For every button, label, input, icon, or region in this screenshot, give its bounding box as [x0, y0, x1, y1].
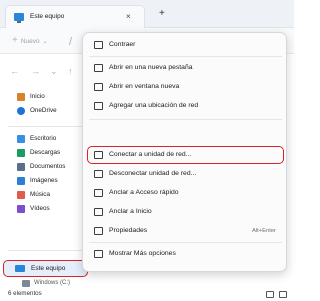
menu-item-label: Anclar a Acceso rápido	[109, 189, 179, 196]
title-bar: Este equipo × +	[0, 0, 294, 28]
menu-item-pin-start[interactable]: Anclar a Inicio	[83, 204, 288, 220]
properties-icon	[94, 227, 103, 235]
new-button[interactable]: + Nuevo ⌄	[12, 34, 48, 48]
sidebar-item-documentos[interactable]: Documentos	[0, 161, 88, 173]
plus-icon: +	[12, 35, 18, 46]
sidebar-item-musica[interactable]: Música	[0, 189, 88, 201]
item-count: 6 elementos	[8, 290, 42, 297]
sidebar-item-label: Este equipo	[31, 265, 66, 272]
close-tab-button[interactable]: ×	[126, 12, 131, 21]
home-icon	[17, 93, 25, 101]
sidebar-item-label: Música	[30, 191, 50, 198]
chevron-down-icon: ⌄	[42, 38, 48, 45]
menu-item-contraer[interactable]: Contraer	[83, 37, 288, 53]
menu-item-pin-quick-access[interactable]: Anclar a Acceso rápido	[83, 185, 288, 201]
menu-separator	[89, 119, 282, 120]
desktop-icon	[17, 135, 25, 143]
menu-item-label: Agregar una ubicación de red	[109, 102, 199, 109]
sidebar-item-inicio[interactable]: Inicio	[0, 91, 88, 103]
chevron-down-icon[interactable]: ⌄	[50, 66, 58, 77]
menu-item-label: Abrir en una nueva pestaña	[109, 64, 193, 71]
map-network-drive-icon	[94, 151, 103, 159]
add-network-location-icon	[94, 102, 103, 110]
sidebar-item-descargas[interactable]: Descargas	[0, 147, 88, 159]
sidebar-item-imagenes[interactable]: Imágenes	[0, 175, 88, 187]
menu-item-label: Abrir en ventana nueva	[109, 83, 180, 90]
sidebar-item-label: Windows (C:)	[34, 280, 71, 286]
menu-item-open-new-window[interactable]: Abrir en ventana nueva	[83, 79, 288, 95]
sidebar-item-este-equipo[interactable]: Este equipo	[3, 260, 88, 277]
sidebar-item-label: Imágenes	[30, 177, 58, 184]
menu-item-open-new-tab[interactable]: Abrir en una nueva pestaña	[83, 60, 288, 76]
disconnect-network-drive-icon	[94, 170, 103, 178]
menu-item-disconnect-network-drive[interactable]: Desconectar unidad de red...	[83, 166, 288, 182]
menu-item-map-network-drive[interactable]: Conectar a unidad de red...	[83, 147, 288, 163]
menu-separator	[89, 242, 282, 243]
this-pc-icon	[15, 265, 25, 272]
sidebar-item-label: Vídeos	[30, 205, 50, 212]
menu-item-properties[interactable]: Propiedades Alt+Enter	[83, 223, 288, 239]
sidebar-item-onedrive[interactable]: OneDrive	[0, 105, 88, 117]
new-button-label: Nuevo	[20, 37, 40, 45]
forward-button[interactable]: →	[31, 66, 40, 76]
new-tab-button[interactable]: +	[159, 9, 165, 19]
menu-item-label: Anclar a Inicio	[109, 208, 152, 215]
pin-icon	[94, 189, 103, 197]
sidebar-item-videos[interactable]: Vídeos	[0, 203, 88, 215]
up-button[interactable]: ↑	[68, 66, 73, 76]
documents-icon	[17, 163, 25, 171]
tiles-view-icon[interactable]	[279, 291, 287, 298]
menu-item-label: Propiedades	[109, 227, 148, 234]
open-new-tab-icon	[94, 64, 103, 72]
sidebar-item-label: Inicio	[30, 93, 45, 100]
shortcut-label: Alt+Enter	[251, 228, 276, 234]
details-view-icon[interactable]	[266, 291, 274, 298]
menu-item-label: Contraer	[109, 41, 136, 48]
sidebar-item-label: Escritorio	[30, 135, 57, 142]
menu-item-label: Mostrar Más opciones	[109, 250, 176, 257]
status-bar: 6 elementos	[0, 288, 294, 301]
cloud-icon	[17, 107, 25, 115]
menu-item-add-network-location[interactable]: Agregar una ubicación de red	[83, 98, 288, 114]
back-button[interactable]: ←	[10, 66, 19, 76]
downloads-icon	[17, 149, 25, 157]
context-menu: Contraer Abrir en una nueva pestaña Abri…	[82, 32, 287, 272]
menu-item-label: Conectar a unidad de red...	[109, 151, 192, 158]
pictures-icon	[17, 177, 25, 185]
sidebar-item-escritorio[interactable]: Escritorio	[0, 133, 88, 145]
tab-este-equipo[interactable]: Este equipo ×	[5, 5, 145, 28]
menu-separator	[89, 56, 282, 57]
divider	[8, 250, 88, 251]
music-icon	[17, 191, 25, 199]
sidebar-item-label: Descargas	[30, 149, 61, 156]
menu-item-more-options[interactable]: Mostrar Más opciones	[83, 246, 288, 262]
open-new-window-icon	[94, 83, 103, 91]
sidebar-item-label: OneDrive	[30, 107, 57, 114]
collapse-icon	[94, 41, 103, 49]
videos-icon	[17, 205, 25, 213]
sidebar-item-label: Documentos	[30, 163, 66, 170]
more-options-icon	[94, 250, 103, 258]
menu-item-label: Desconectar unidad de red...	[109, 170, 197, 177]
pin-start-icon	[94, 208, 103, 216]
cut-icon[interactable]	[68, 37, 80, 45]
divider	[8, 126, 88, 127]
drive-icon	[22, 280, 30, 287]
tab-title: Este equipo	[30, 13, 65, 20]
this-pc-icon	[14, 13, 24, 23]
